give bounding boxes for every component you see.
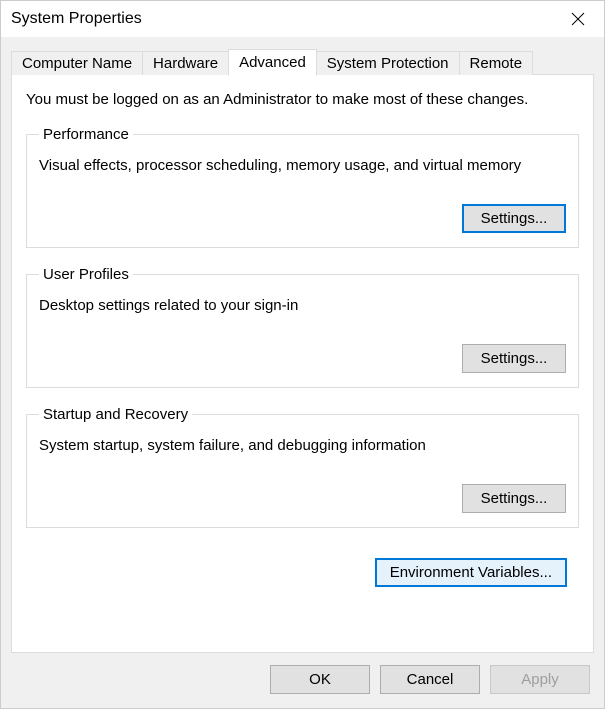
group-performance-button-row: Settings...	[39, 204, 566, 233]
group-user-profiles-desc: Desktop settings related to your sign-in	[39, 297, 566, 314]
apply-button[interactable]: Apply	[490, 665, 590, 694]
ok-button[interactable]: OK	[270, 665, 370, 694]
performance-settings-button[interactable]: Settings...	[462, 204, 566, 233]
group-startup-recovery-button-row: Settings...	[39, 484, 566, 513]
tab-hardware[interactable]: Hardware	[142, 51, 229, 75]
tab-computer-name[interactable]: Computer Name	[11, 51, 143, 75]
tab-remote[interactable]: Remote	[459, 51, 534, 75]
close-icon	[571, 12, 585, 26]
tab-content-advanced: You must be logged on as an Administrato…	[11, 74, 594, 653]
dialog-buttons: OK Cancel Apply	[11, 653, 594, 698]
group-performance: Performance Visual effects, processor sc…	[26, 126, 579, 248]
system-properties-window: System Properties Computer Name Hardware…	[0, 0, 605, 709]
group-user-profiles-legend: User Profiles	[39, 266, 133, 283]
tabstrip: Computer Name Hardware Advanced System P…	[11, 47, 594, 75]
group-user-profiles-button-row: Settings...	[39, 344, 566, 373]
cancel-button[interactable]: Cancel	[380, 665, 480, 694]
close-button[interactable]	[560, 4, 596, 34]
admin-note: You must be logged on as an Administrato…	[26, 91, 579, 108]
titlebar: System Properties	[1, 1, 604, 37]
window-title: System Properties	[11, 10, 142, 28]
tab-advanced[interactable]: Advanced	[228, 49, 317, 76]
environment-variables-row: Environment Variables...	[26, 558, 579, 587]
client-area: Computer Name Hardware Advanced System P…	[1, 37, 604, 708]
user-profiles-settings-button[interactable]: Settings...	[462, 344, 566, 373]
group-performance-legend: Performance	[39, 126, 133, 143]
group-performance-desc: Visual effects, processor scheduling, me…	[39, 157, 566, 174]
environment-variables-button[interactable]: Environment Variables...	[375, 558, 567, 587]
group-startup-recovery-legend: Startup and Recovery	[39, 406, 192, 423]
tab-system-protection[interactable]: System Protection	[316, 51, 460, 75]
group-user-profiles: User Profiles Desktop settings related t…	[26, 266, 579, 388]
group-startup-recovery-desc: System startup, system failure, and debu…	[39, 437, 566, 454]
startup-recovery-settings-button[interactable]: Settings...	[462, 484, 566, 513]
group-startup-recovery: Startup and Recovery System startup, sys…	[26, 406, 579, 528]
